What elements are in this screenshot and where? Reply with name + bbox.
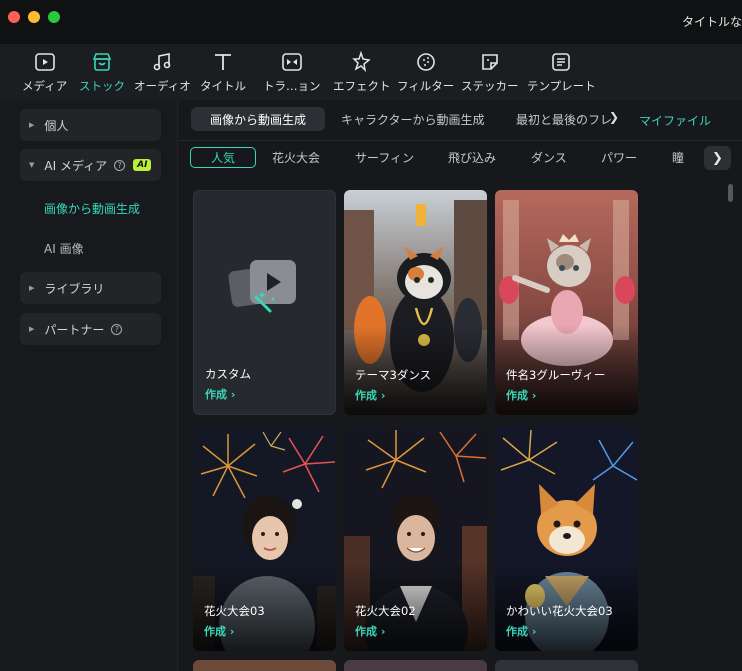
- music-note-icon: [150, 50, 174, 74]
- toolbar-template[interactable]: テンプレート: [527, 50, 596, 98]
- template-card-fireworks-02[interactable]: 花火大会02 作成 ›: [344, 426, 487, 651]
- toolbar-filter[interactable]: フィルター: [397, 50, 454, 98]
- toolbar-media-label: メディア: [22, 79, 68, 93]
- chip-surfing[interactable]: サーフィン: [355, 147, 414, 168]
- chip-popular[interactable]: 人気: [190, 147, 257, 168]
- caret-right-icon: ▶: [29, 121, 35, 129]
- toolbar-title-label: タイトル: [200, 79, 246, 93]
- caret-right-icon: ▶: [29, 284, 35, 292]
- help-icon[interactable]: ?: [114, 159, 126, 171]
- chip-power[interactable]: パワー: [601, 147, 637, 168]
- create-link[interactable]: 作成 ›: [205, 386, 235, 402]
- toolbar-effect-label: エフェクト: [333, 79, 391, 93]
- help-icon[interactable]: ?: [111, 323, 123, 335]
- tabs-divider: [179, 140, 742, 141]
- card-title: かわいい花火大会03: [506, 604, 613, 618]
- create-link[interactable]: 作成 ›: [204, 623, 234, 639]
- template-icon: [549, 50, 573, 74]
- effect-sparkle-icon: [350, 50, 374, 74]
- minimize-window-button[interactable]: [28, 11, 40, 23]
- main-panel: 画像から動画生成 キャラクターから動画生成 最初と最後のフレ ❯ マイファイル …: [179, 100, 742, 671]
- text-t-icon: [211, 50, 235, 74]
- title-bar: タイトルな: [0, 0, 742, 44]
- toolbar-stock-label: ストック: [79, 79, 125, 93]
- media-icon: [33, 50, 57, 74]
- sidebar-item-ai-media[interactable]: ▼ AI メディア ? AI: [20, 149, 161, 181]
- window-title: タイトルな: [681, 15, 742, 29]
- sidebar-item-partner[interactable]: ▶ パートナー ?: [20, 313, 161, 345]
- create-link[interactable]: 作成 ›: [355, 387, 385, 403]
- tabs-next-icon[interactable]: ❯: [609, 110, 619, 124]
- template-card-cute-fireworks-03[interactable]: かわいい花火大会03 作成 ›: [495, 426, 638, 651]
- card-title: 花火大会03: [204, 604, 265, 618]
- toolbar-template-label: テンプレート: [527, 79, 596, 93]
- caret-down-icon: ▼: [29, 161, 35, 169]
- stock-icon: [90, 50, 114, 74]
- tab-character-to-video[interactable]: キャラクターから動画生成: [341, 107, 485, 131]
- create-link[interactable]: 作成 ›: [355, 623, 385, 639]
- toolbar-audio-label: オーディオ: [134, 79, 191, 93]
- toolbar-media[interactable]: メディア: [22, 50, 67, 98]
- chevron-right-icon: ❯: [712, 150, 723, 166]
- card-title: テーマ3ダンス: [355, 368, 432, 382]
- filter-icon: [414, 50, 438, 74]
- sidebar-sub-ai-image[interactable]: AI 画像: [44, 240, 84, 257]
- template-card-peek[interactable]: [193, 660, 336, 671]
- toolbar-audio[interactable]: オーディオ: [134, 50, 191, 98]
- ai-badge: AI: [133, 159, 152, 171]
- chip-eyes[interactable]: 瞳: [672, 147, 684, 168]
- create-link[interactable]: 作成 ›: [506, 387, 536, 403]
- card-title: 件名3グルーヴィー: [506, 368, 606, 382]
- sidebar-item-label: パートナー: [44, 322, 105, 337]
- sidebar-item-library[interactable]: ▶ ライブラリ: [20, 272, 161, 304]
- transition-icon: [280, 50, 304, 74]
- sidebar-item-label: ライブラリ: [44, 281, 105, 296]
- toolbar-filter-label: フィルター: [397, 79, 455, 93]
- toolbar-title[interactable]: タイトル: [200, 50, 246, 98]
- chips-next-button[interactable]: ❯: [704, 146, 731, 170]
- template-card-fireworks-03[interactable]: 花火大会03 作成 ›: [193, 426, 336, 651]
- toolbar-sticker-label: ステッカー: [461, 79, 519, 93]
- tab-first-last-frame[interactable]: 最初と最後のフレ: [516, 107, 612, 131]
- toolbar-effect[interactable]: エフェクト: [333, 50, 391, 98]
- sidebar-sub-image-to-video[interactable]: 画像から動画生成: [44, 200, 140, 217]
- sidebar: ▶ 個人 ▼ AI メディア ? AI 画像から動画生成 AI 画像 ▶ ライブ…: [0, 100, 178, 671]
- toolbar-stock[interactable]: ストック: [79, 50, 125, 98]
- scrollbar-thumb[interactable]: [728, 184, 733, 202]
- sidebar-item-label: AI メディア: [44, 158, 108, 173]
- caret-right-icon: ▶: [29, 325, 35, 333]
- zoom-window-button[interactable]: [48, 11, 60, 23]
- main-toolbar: メディア ストック オーディオ タイトル トラ…ョン エフェクト フィルター ス…: [0, 44, 742, 100]
- sticker-icon: [478, 50, 502, 74]
- toolbar-sticker[interactable]: ステッカー: [461, 50, 519, 98]
- template-card-groovy[interactable]: 件名3グルーヴィー 作成 ›: [495, 190, 638, 415]
- chip-diving[interactable]: 飛び込み: [448, 147, 496, 168]
- chip-fireworks[interactable]: 花火大会: [272, 147, 320, 168]
- template-card-custom[interactable]: カスタム 作成 ›: [193, 190, 336, 415]
- my-file-link[interactable]: マイファイル: [639, 112, 711, 129]
- template-card-peek[interactable]: [495, 660, 638, 671]
- close-window-button[interactable]: [8, 11, 20, 23]
- toolbar-transition[interactable]: トラ…ョン: [263, 50, 321, 98]
- chip-dance[interactable]: ダンス: [531, 147, 567, 168]
- template-card-peek[interactable]: [344, 660, 487, 671]
- create-link[interactable]: 作成 ›: [506, 623, 536, 639]
- tab-image-to-video[interactable]: 画像から動画生成: [191, 107, 326, 131]
- toolbar-transition-label: トラ…ョン: [263, 79, 321, 93]
- sidebar-item-personal[interactable]: ▶ 個人: [20, 109, 161, 141]
- template-card-theme3-dance[interactable]: テーマ3ダンス 作成 ›: [344, 190, 487, 415]
- card-title: カスタム: [205, 367, 251, 381]
- card-title: 花火大会02: [355, 604, 416, 618]
- sidebar-item-label: 個人: [44, 118, 69, 133]
